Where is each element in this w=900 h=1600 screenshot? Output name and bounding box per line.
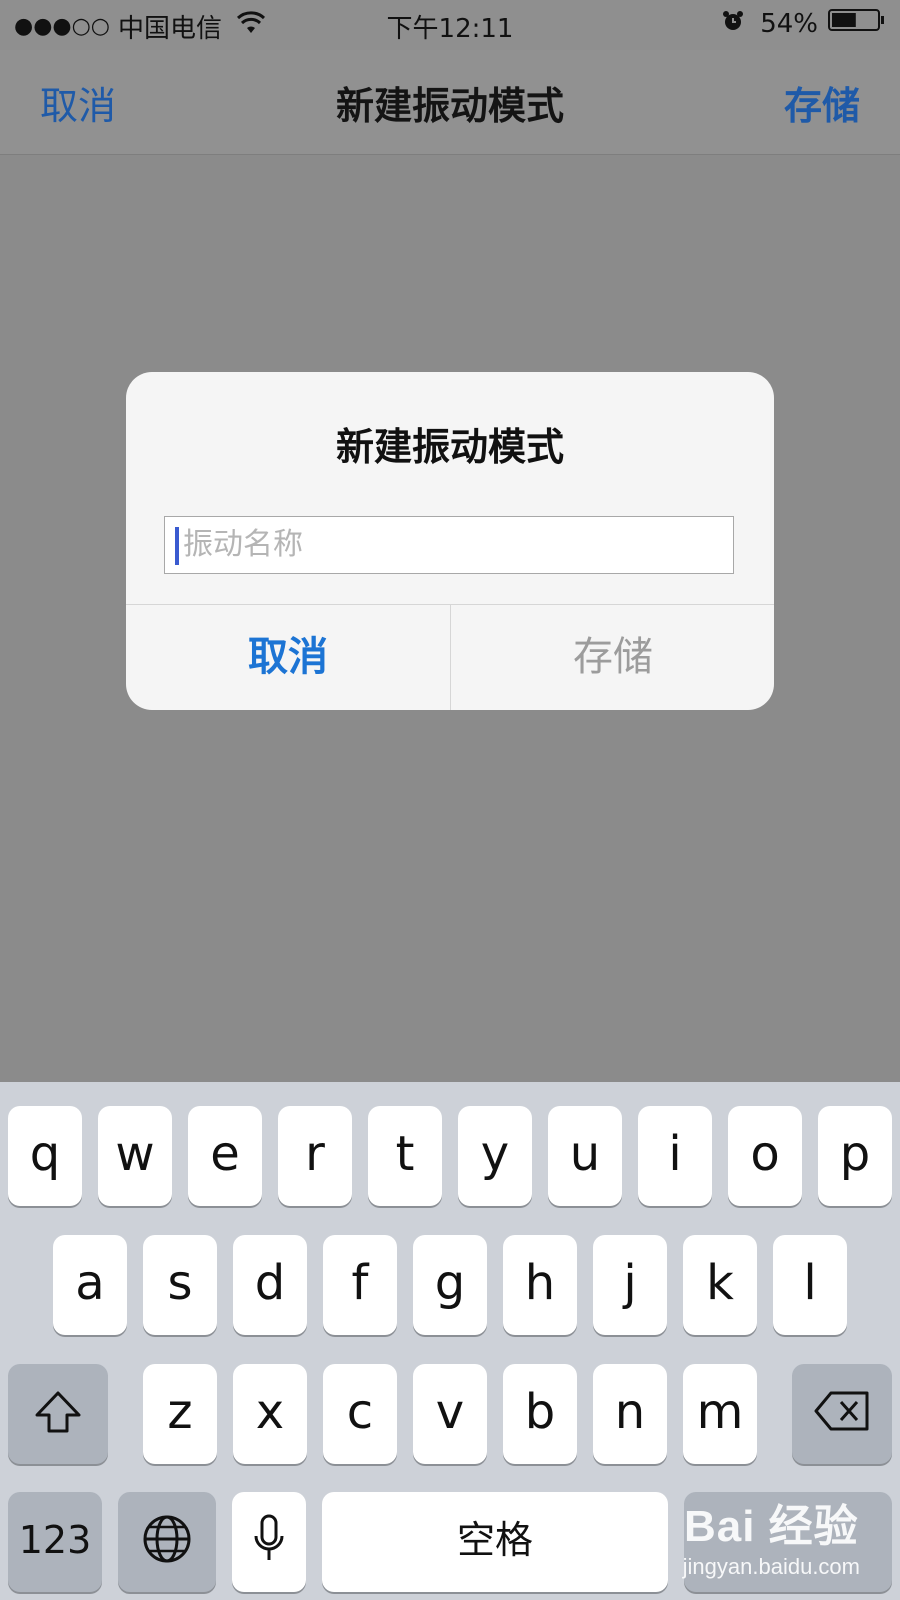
key-x[interactable]: x bbox=[233, 1364, 307, 1464]
battery-percent: 54% bbox=[760, 8, 818, 39]
key-j[interactable]: j bbox=[593, 1235, 667, 1335]
nav-save-button[interactable]: 存储 bbox=[784, 75, 860, 130]
key-u[interactable]: u bbox=[548, 1106, 622, 1206]
key-g[interactable]: g bbox=[413, 1235, 487, 1335]
alarm-icon bbox=[722, 9, 760, 39]
shift-icon bbox=[35, 1391, 81, 1433]
key-v[interactable]: v bbox=[413, 1364, 487, 1464]
page-title: 新建振动模式 bbox=[335, 84, 564, 128]
backspace-icon bbox=[814, 1391, 869, 1431]
key-l[interactable]: l bbox=[773, 1235, 847, 1335]
alert-title: 新建振动模式 bbox=[335, 425, 564, 469]
vibration-name-input[interactable]: 振动名称 bbox=[164, 516, 734, 574]
key-q[interactable]: q bbox=[8, 1106, 82, 1206]
key-k[interactable]: k bbox=[683, 1235, 757, 1335]
shift-key[interactable] bbox=[8, 1364, 108, 1464]
watermark-url: jingyan.baidu.com bbox=[682, 1554, 860, 1579]
dictation-key[interactable] bbox=[232, 1492, 306, 1592]
status-bar: ●●●○○ 中国电信 下午12:11 54% bbox=[0, 0, 900, 50]
backspace-key[interactable] bbox=[792, 1364, 892, 1464]
key-n[interactable]: n bbox=[593, 1364, 667, 1464]
input-placeholder: 振动名称 bbox=[183, 527, 303, 562]
key-y[interactable]: y bbox=[458, 1106, 532, 1206]
key-e[interactable]: e bbox=[188, 1106, 262, 1206]
key-z[interactable]: z bbox=[143, 1364, 217, 1464]
navigation-bar: 取消 新建振动模式 存储 bbox=[0, 50, 900, 155]
key-p[interactable]: p bbox=[818, 1106, 892, 1206]
globe-icon bbox=[143, 1515, 191, 1563]
text-caret bbox=[175, 527, 179, 565]
key-s[interactable]: s bbox=[143, 1235, 217, 1335]
key-r[interactable]: r bbox=[278, 1106, 352, 1206]
key-a[interactable]: a bbox=[53, 1235, 127, 1335]
key-h[interactable]: h bbox=[503, 1235, 577, 1335]
globe-key[interactable] bbox=[118, 1492, 216, 1592]
key-o[interactable]: o bbox=[728, 1106, 802, 1206]
microphone-icon bbox=[254, 1514, 284, 1560]
watermark-logo: Bai 经验 bbox=[683, 1502, 859, 1551]
key-f[interactable]: f bbox=[323, 1235, 397, 1335]
baidu-watermark: Bai 经验 jingyan.baidu.com bbox=[683, 1490, 860, 1580]
new-vibration-alert: 新建振动模式 振动名称 取消 存储 bbox=[126, 372, 774, 710]
alert-cancel-button[interactable]: 取消 bbox=[126, 604, 450, 710]
key-t[interactable]: t bbox=[368, 1106, 442, 1206]
space-key[interactable]: 空格 bbox=[322, 1492, 668, 1592]
alert-save-button[interactable]: 存储 bbox=[451, 604, 774, 710]
status-right: 54% bbox=[722, 8, 886, 39]
key-d[interactable]: d bbox=[233, 1235, 307, 1335]
key-w[interactable]: w bbox=[98, 1106, 172, 1206]
keyboard: q w e r t y u i o p a s d f g h j k l z … bbox=[0, 1082, 900, 1600]
battery-icon bbox=[828, 8, 886, 39]
key-c[interactable]: c bbox=[323, 1364, 397, 1464]
numbers-key[interactable]: 123 bbox=[8, 1492, 102, 1592]
key-b[interactable]: b bbox=[503, 1364, 577, 1464]
key-i[interactable]: i bbox=[638, 1106, 712, 1206]
key-m[interactable]: m bbox=[683, 1364, 757, 1464]
